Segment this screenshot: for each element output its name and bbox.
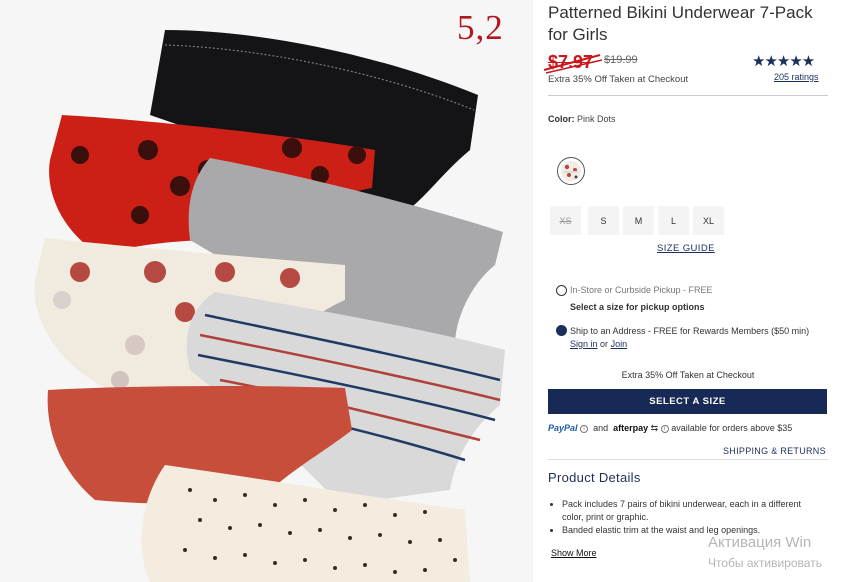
color-label-title: Color: xyxy=(548,114,575,124)
show-more-link[interactable]: Show More xyxy=(551,548,597,558)
list-item: Pack includes 7 pairs of bikini underwea… xyxy=(550,498,820,524)
size-option-s[interactable]: S xyxy=(588,206,619,235)
ship-option-label[interactable]: Ship to an Address - FREE for Rewards Me… xyxy=(570,325,828,351)
color-label: Color: Pink Dots xyxy=(548,114,616,124)
swatch-thumbnail xyxy=(561,161,581,181)
size-option-xl[interactable]: XL xyxy=(693,206,724,235)
rating-stars[interactable]: ★★★★★ xyxy=(752,52,815,70)
original-price: $19.99 xyxy=(604,54,638,66)
sign-in-link[interactable]: Sign in xyxy=(570,339,598,349)
afterpay-logo: afterpay xyxy=(613,423,649,433)
join-link[interactable]: Join xyxy=(611,339,628,349)
price-strike-scribble xyxy=(543,54,603,74)
paypal-logo: PayPal xyxy=(548,423,578,433)
size-option-l[interactable]: L xyxy=(658,206,689,235)
product-details-heading: Product Details xyxy=(548,470,641,485)
size-option-xs[interactable]: XS xyxy=(550,206,581,235)
ship-radio[interactable] xyxy=(556,325,567,336)
pickup-hint: Select a size for pickup options xyxy=(570,302,705,312)
checkout-promo-banner: Extra 35% Off Taken at Checkout xyxy=(621,370,755,380)
os-activation-watermark: Активация Win xyxy=(708,534,812,551)
shipping-returns-link[interactable]: SHIPPING & RETURNS xyxy=(723,446,826,456)
product-image[interactable]: 5,2 xyxy=(0,0,533,582)
os-activation-watermark-line2: Чтобы активировать xyxy=(708,556,822,570)
afterpay-arrows-icon: ⇆ xyxy=(650,423,659,433)
product-title: Patterned Bikini Underwear 7-Pack for Gi… xyxy=(548,3,813,44)
financing-note: available for orders above $35 xyxy=(671,423,793,433)
payment-options-row: PayPal i and afterpay ⇆ i available for … xyxy=(548,423,792,435)
size-option-m[interactable]: M xyxy=(623,206,654,235)
size-guide-link[interactable]: SIZE GUIDE xyxy=(657,243,715,254)
checkout-promo-note: Extra 35% Off Taken at Checkout xyxy=(548,74,689,85)
color-value: Pink Dots xyxy=(577,114,616,124)
info-icon[interactable]: i xyxy=(660,424,669,433)
swatch-pattern-icon xyxy=(564,164,578,179)
ship-option-text: Ship to an Address - FREE for Rewards Me… xyxy=(570,326,810,336)
handwritten-annotation: 5,2 xyxy=(457,8,504,47)
select-size-button[interactable]: SELECT A SIZE xyxy=(548,389,827,414)
pickup-option-label[interactable]: In-Store or Curbside Pickup - FREE xyxy=(570,285,713,295)
ratings-link[interactable]: 205 ratings xyxy=(774,72,819,82)
color-swatch-pink-dots[interactable] xyxy=(557,157,585,185)
and-text: and xyxy=(593,423,609,433)
divider xyxy=(548,95,828,96)
info-icon[interactable]: i xyxy=(580,424,589,433)
divider xyxy=(548,459,828,460)
pickup-radio[interactable] xyxy=(556,285,567,296)
or-text: or xyxy=(600,339,609,349)
product-page: 5,2 Patterned Bikini Underwear 7-Pack fo… xyxy=(0,0,846,582)
underwear-stack-illustration xyxy=(34,30,505,582)
